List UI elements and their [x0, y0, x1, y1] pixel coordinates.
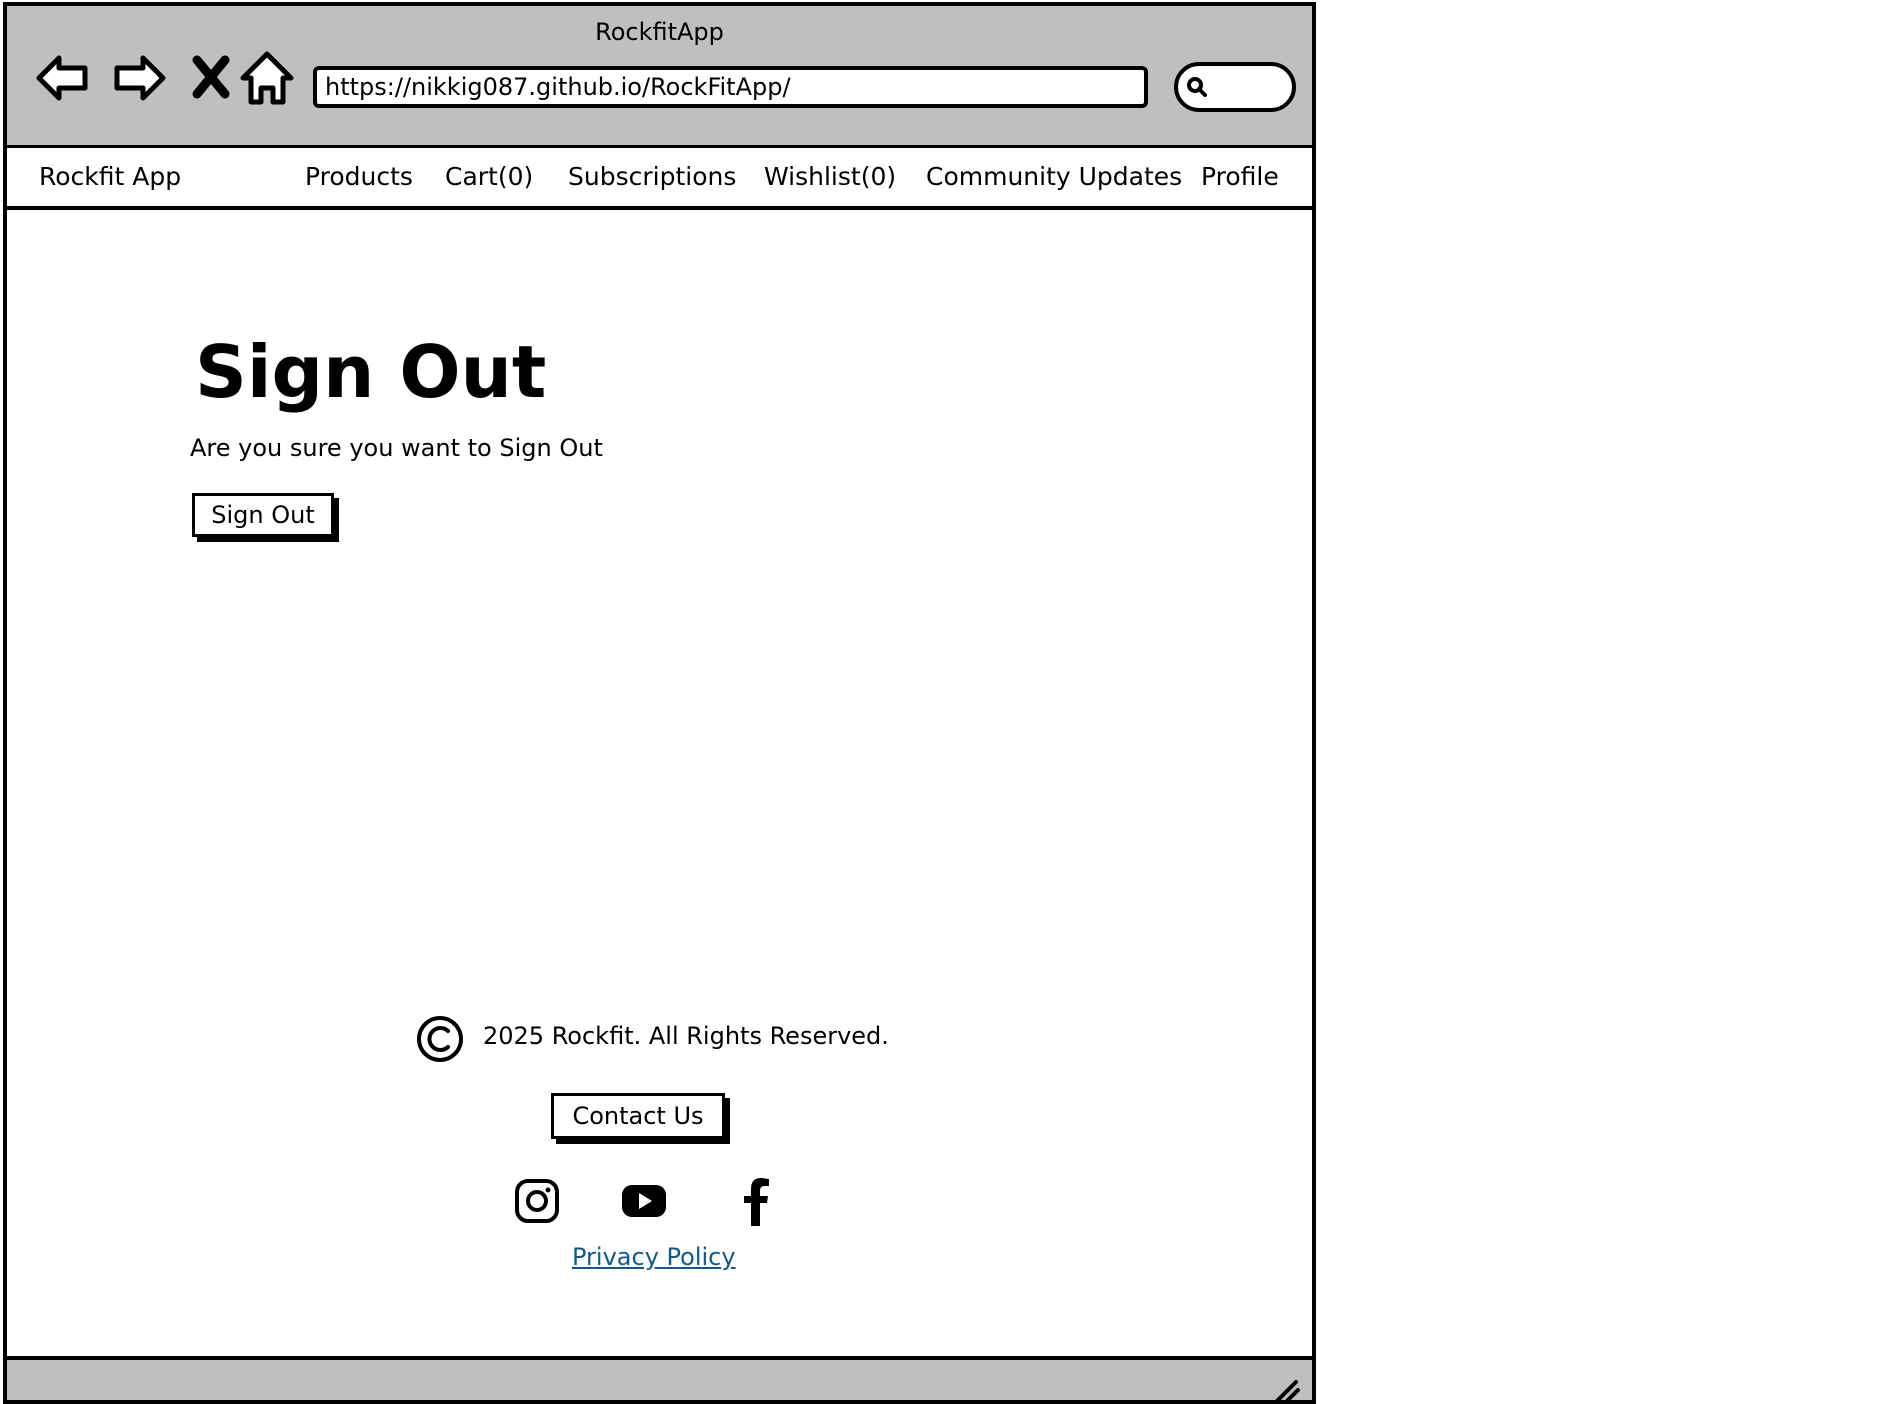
signout-prompt: Are you sure you want to Sign Out: [190, 434, 603, 462]
browser-window: RockfitApp https://nikkig087.github.io/R…: [3, 2, 1316, 1404]
browser-statusbar: [7, 1356, 1312, 1404]
back-arrow-icon[interactable]: [35, 50, 91, 106]
browser-search-box[interactable]: [1174, 62, 1296, 112]
sign-out-button[interactable]: Sign Out: [192, 493, 334, 537]
nav-link-subscriptions[interactable]: Subscriptions: [568, 162, 736, 191]
contact-us-button[interactable]: Contact Us: [551, 1093, 725, 1139]
search-icon: [1187, 77, 1207, 97]
nav-link-products[interactable]: Products: [305, 162, 413, 191]
resize-grip-icon[interactable]: [1270, 1374, 1302, 1404]
app-navbar: Rockfit App Products Cart(0) Subscriptio…: [7, 148, 1312, 210]
nav-link-community-updates[interactable]: Community Updates: [926, 162, 1182, 191]
copyright-text: 2025 Rockfit. All Rights Reserved.: [483, 1022, 889, 1050]
instagram-icon[interactable]: [512, 1176, 562, 1226]
address-bar[interactable]: https://nikkig087.github.io/RockFitApp/: [313, 66, 1148, 108]
copyright-icon: [417, 1016, 463, 1062]
page-title: Sign Out: [195, 330, 547, 414]
browser-titlebar: RockfitApp https://nikkig087.github.io/R…: [7, 6, 1312, 148]
stop-icon[interactable]: [185, 50, 241, 106]
youtube-icon[interactable]: [619, 1176, 669, 1226]
nav-link-cart[interactable]: Cart(0): [445, 162, 533, 191]
forward-arrow-icon[interactable]: [111, 50, 167, 106]
brand-logo-text[interactable]: Rockfit App: [39, 162, 181, 191]
nav-link-profile[interactable]: Profile: [1201, 162, 1279, 191]
window-title: RockfitApp: [595, 18, 724, 46]
facebook-icon[interactable]: [732, 1176, 782, 1226]
nav-link-wishlist[interactable]: Wishlist(0): [764, 162, 896, 191]
privacy-policy-link[interactable]: Privacy Policy: [572, 1243, 736, 1271]
home-icon[interactable]: [239, 50, 295, 106]
